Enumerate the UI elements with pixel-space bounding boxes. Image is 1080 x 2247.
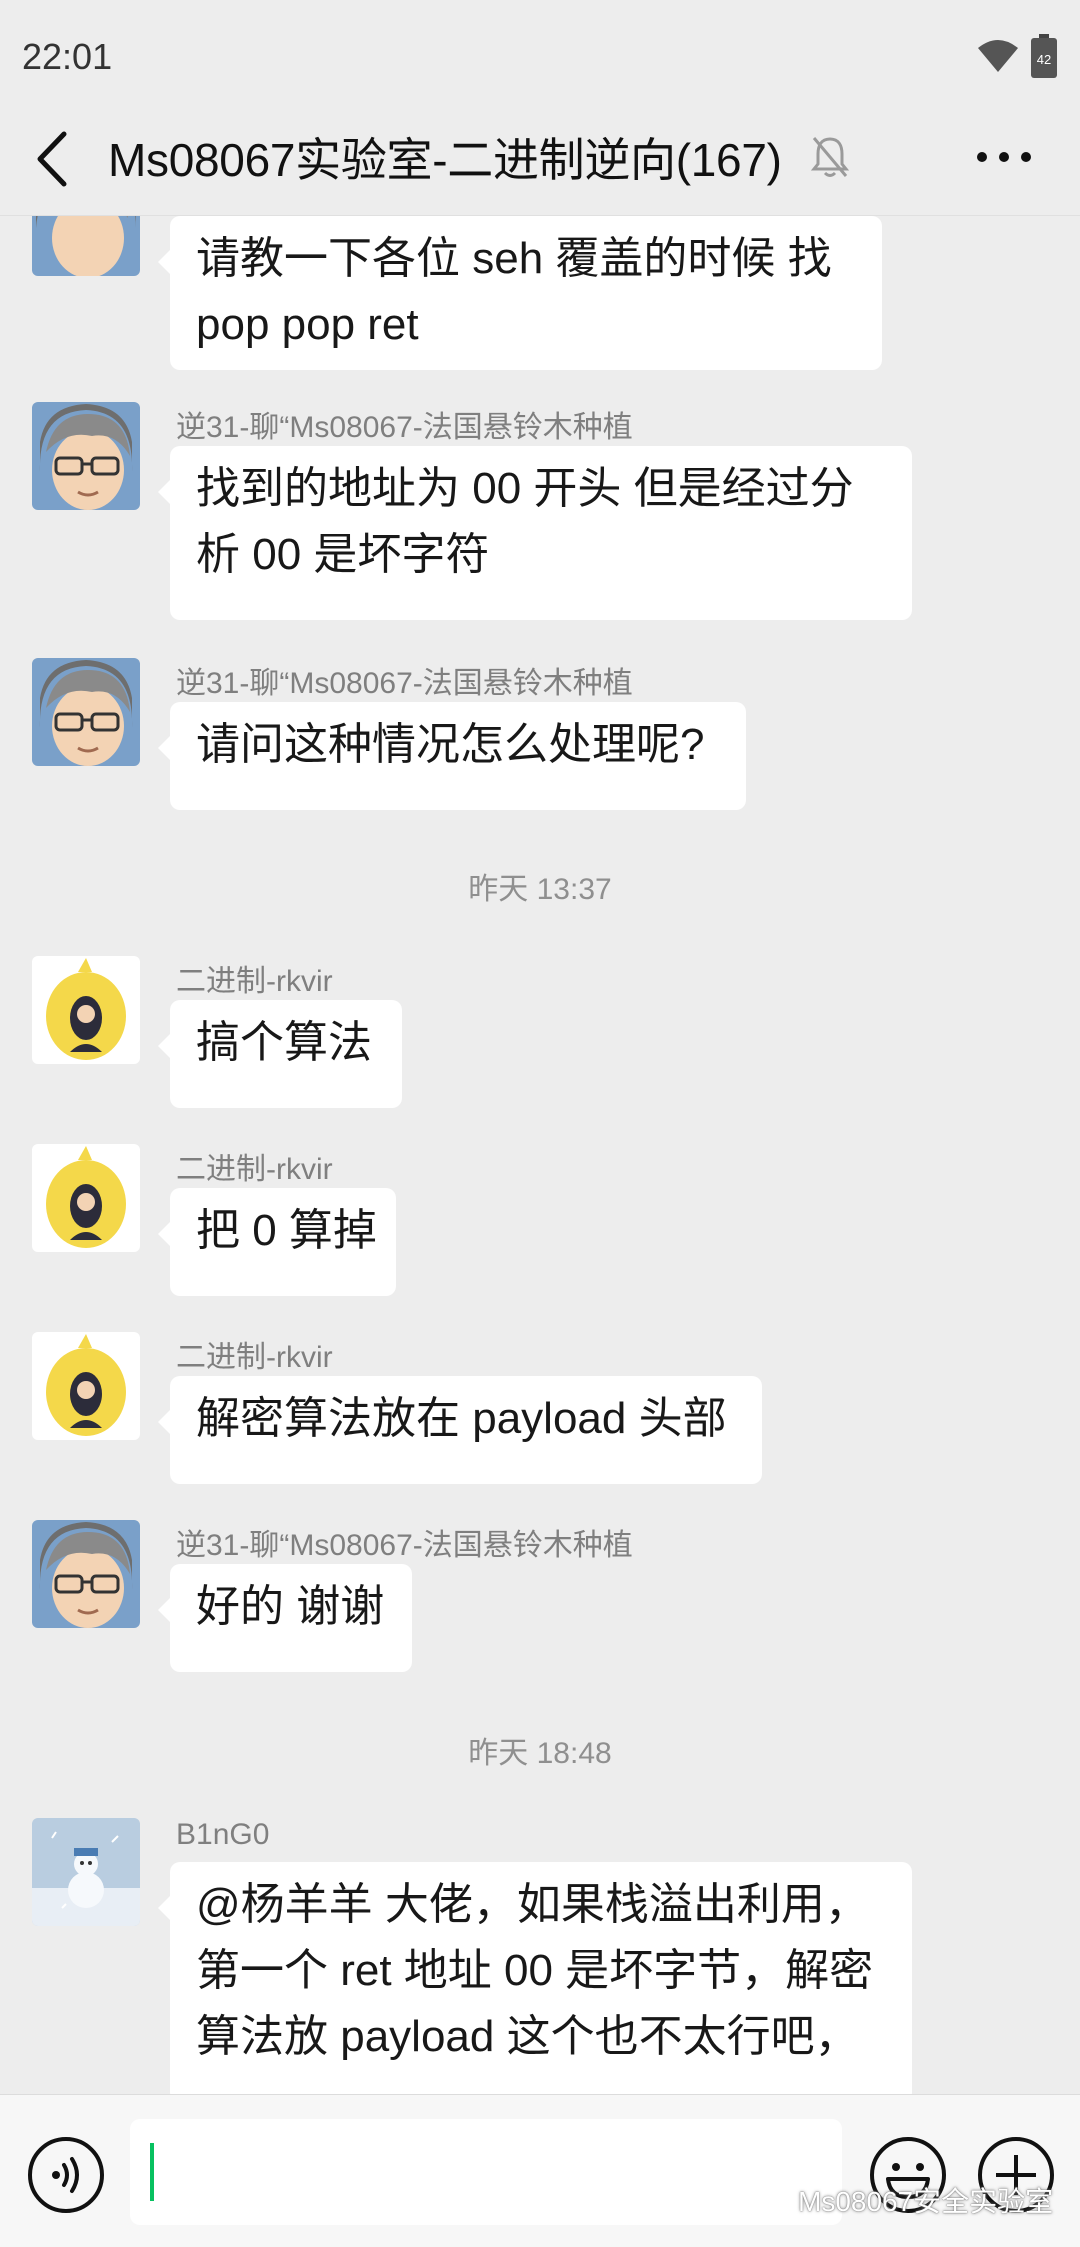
message-line: 析 00 是坏字符 xyxy=(196,530,490,579)
message-line: 请问这种情况怎么处理呢? xyxy=(196,720,705,769)
message-line: pop pop ret xyxy=(196,300,419,349)
anime-glasses-avatar-icon xyxy=(32,402,140,510)
chat-title: Ms08067实验室-二进制逆向(167) xyxy=(108,134,782,186)
avatar[interactable] xyxy=(32,1144,140,1252)
message-bubble[interactable]: 搞个算法 xyxy=(158,1000,402,1108)
sender-name: 逆31-聊“Ms08067-法国悬铃木种植 xyxy=(176,411,633,444)
message-bubble[interactable]: 把 0 算掉 xyxy=(158,1188,396,1296)
sender-name: B1nG0 xyxy=(176,1818,270,1851)
chat-timestamp: 昨天 13:37 xyxy=(468,873,612,906)
wifi-icon xyxy=(978,40,1018,72)
yellow-chick-avatar-icon xyxy=(32,1332,140,1440)
avatar[interactable] xyxy=(32,402,140,510)
message-bubble[interactable]: @杨羊羊 大佬，如果栈溢出利用， 第一个 ret 地址 00 是坏字节，解密 算… xyxy=(158,1862,912,2094)
chat-timestamp: 昨天 18:48 xyxy=(468,1737,612,1770)
message-line: @杨羊羊 大佬，如果栈溢出利用， xyxy=(196,1880,869,1929)
avatar[interactable] xyxy=(32,1520,140,1628)
anime-glasses-avatar-icon xyxy=(32,1520,140,1628)
back-arrow-icon[interactable] xyxy=(30,126,76,192)
status-bar: 22:01 42 xyxy=(0,0,1080,118)
avatar[interactable] xyxy=(32,956,140,1064)
message-line: 解密算法放在 payload 头部 xyxy=(196,1394,727,1443)
anime-glasses-avatar-icon xyxy=(32,658,140,766)
message-line: 算法放 payload 这个也不太行吧， xyxy=(196,2012,859,2061)
message-input[interactable] xyxy=(130,2119,842,2225)
watermark: Ms08067安全实验室 xyxy=(756,2180,1053,2220)
yellow-chick-avatar-icon xyxy=(32,956,140,1064)
message-bubble[interactable]: 好的 谢谢 xyxy=(158,1564,412,1672)
avatar[interactable] xyxy=(32,658,140,766)
message-line: 第一个 ret 地址 00 是坏字节，解密 xyxy=(196,1946,874,1995)
sender-name: 逆31-聊“Ms08067-法国悬铃木种植 xyxy=(176,1529,633,1562)
wechat-logo-icon xyxy=(757,2190,791,2217)
battery-level: 42 xyxy=(1037,52,1051,67)
watermark-text: Ms08067安全实验室 xyxy=(798,2186,1054,2217)
muted-bell-icon xyxy=(810,137,850,177)
voice-input-icon[interactable] xyxy=(26,2135,106,2215)
battery-icon: 42 xyxy=(1031,34,1057,78)
message-bubble[interactable]: 请教一下各位 seh 覆盖的时候 找 pop pop ret xyxy=(158,216,882,370)
yellow-chick-avatar-icon xyxy=(32,1144,140,1252)
message-line: 把 0 算掉 xyxy=(196,1206,377,1255)
message-line: 搞个算法 xyxy=(196,1018,372,1067)
sender-name: 二进制-rkvir xyxy=(176,1153,333,1186)
avatar[interactable] xyxy=(32,216,140,276)
sender-name: 逆31-聊“Ms08067-法国悬铃木种植 xyxy=(176,667,633,700)
message-bubble[interactable]: 请问这种情况怎么处理呢? xyxy=(158,702,746,810)
anime-glasses-avatar-icon xyxy=(32,216,140,276)
message-line: 找到的地址为 00 开头 但是经过分 xyxy=(196,464,854,513)
sender-name: 二进制-rkvir xyxy=(176,965,333,998)
message-line: 好的 谢谢 xyxy=(196,1582,385,1631)
snowman-avatar-icon xyxy=(32,1818,140,1926)
avatar[interactable] xyxy=(32,1818,140,1926)
message-list[interactable]: 请教一下各位 seh 覆盖的时候 找 pop pop ret 逆31-聊“Ms0… xyxy=(0,216,1080,2094)
message-bubble[interactable]: 找到的地址为 00 开头 但是经过分 析 00 是坏字符 xyxy=(158,446,912,620)
chat-header: Ms08067实验室-二进制逆向(167) xyxy=(0,104,1080,216)
text-caret xyxy=(150,2143,154,2201)
status-time: 22:01 xyxy=(22,36,113,77)
input-bar xyxy=(0,2094,1080,2247)
avatar[interactable] xyxy=(32,1332,140,1440)
sender-name: 二进制-rkvir xyxy=(176,1341,333,1374)
message-line: 请教一下各位 seh 覆盖的时候 找 xyxy=(196,234,832,283)
message-bubble[interactable]: 解密算法放在 payload 头部 xyxy=(158,1376,762,1484)
more-options-icon[interactable] xyxy=(974,142,1034,172)
